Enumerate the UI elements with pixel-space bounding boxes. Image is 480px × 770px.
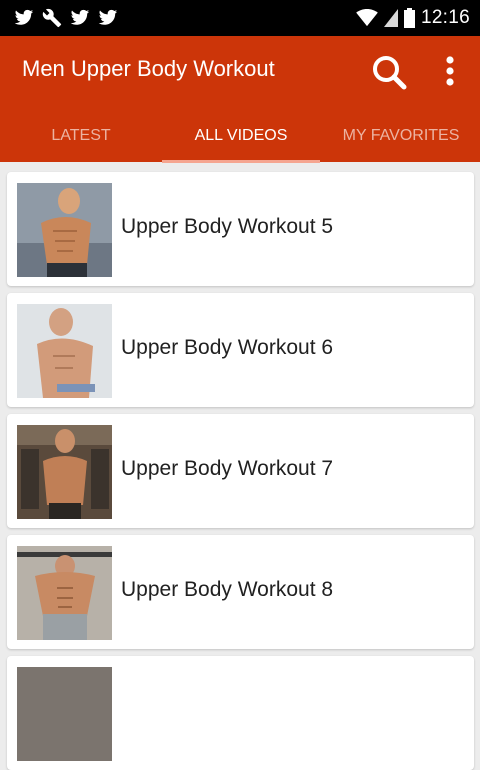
app-title: Men Upper Body Workout xyxy=(22,56,275,81)
list-item[interactable] xyxy=(7,656,474,770)
twitter-icon xyxy=(70,9,90,25)
wifi-icon xyxy=(356,9,378,27)
twitter-icon xyxy=(14,9,34,25)
video-title: Upper Body Workout 7 xyxy=(121,457,334,480)
system-icons: 12:16 xyxy=(356,6,470,30)
video-thumbnail xyxy=(17,546,112,640)
video-thumbnail xyxy=(17,183,112,277)
tab-indicator xyxy=(162,160,320,163)
status-bar: 12:16 xyxy=(0,0,480,36)
video-title: Upper Body Workout 8 xyxy=(121,578,334,601)
video-thumbnail xyxy=(17,304,112,398)
list-item[interactable]: Upper Body Workout 6 xyxy=(7,293,474,407)
search-icon xyxy=(373,56,407,90)
wrench-icon xyxy=(42,8,62,28)
app-bar: Men Upper Body Workout LATEST ALL VIDEOS… xyxy=(0,36,480,163)
video-title: Upper Body Workout 5 xyxy=(121,215,334,238)
video-title: Upper Body Workout 6 xyxy=(121,336,334,359)
tab-latest[interactable]: LATEST xyxy=(20,114,142,158)
tab-all-videos[interactable]: ALL VIDEOS xyxy=(162,114,320,158)
status-clock: 12:16 xyxy=(420,7,470,28)
video-thumbnail xyxy=(17,425,112,519)
video-thumbnail xyxy=(17,667,112,761)
tab-my-favorites[interactable]: MY FAVORITES xyxy=(330,114,472,158)
twitter-icon xyxy=(98,9,118,25)
battery-icon xyxy=(403,8,415,28)
list-item[interactable]: Upper Body Workout 7 xyxy=(7,414,474,528)
list-item[interactable]: Upper Body Workout 5 xyxy=(7,172,474,286)
more-vert-icon xyxy=(446,56,454,86)
list-item[interactable]: Upper Body Workout 8 xyxy=(7,535,474,649)
signal-icon xyxy=(383,9,398,27)
notification-icons xyxy=(14,6,118,30)
search-button[interactable] xyxy=(368,52,412,92)
overflow-menu-button[interactable] xyxy=(436,52,464,92)
